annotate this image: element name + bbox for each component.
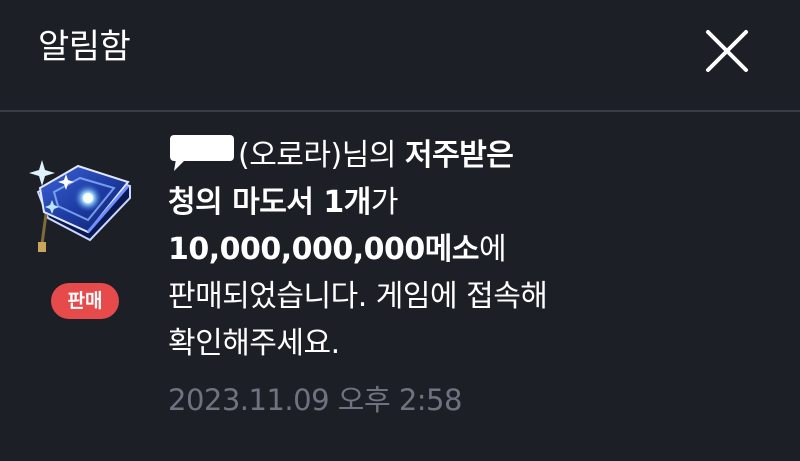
item-name-part1: 저주받은	[404, 138, 514, 173]
message-line-2: 청의 마도서 1개가	[168, 179, 788, 226]
sender-world: (오로라)	[238, 138, 342, 173]
notification-item[interactable]: 판매 (오로라)님의 저주받은 청의 마도서 1개가 10,000,000,00…	[0, 112, 800, 461]
message-text: 님의	[341, 138, 397, 173]
timestamp: 2023.11.09 오후 2:58	[168, 383, 462, 417]
message-text: 에	[479, 232, 507, 267]
message-text: 가	[370, 185, 399, 220]
header: 알림함	[0, 0, 800, 110]
redacted-name-bubble	[168, 133, 236, 171]
page-title: 알림함	[38, 27, 131, 67]
message-line-1: (오로라)님의 저주받은	[168, 132, 788, 179]
close-button[interactable]	[700, 24, 754, 78]
close-icon	[706, 30, 748, 72]
sale-badge: 판매	[51, 283, 119, 319]
message-line-3: 10,000,000,000메소에	[168, 226, 788, 273]
notification-message: (오로라)님의 저주받은 청의 마도서 1개가 10,000,000,000메소…	[168, 132, 788, 367]
sale-amount: 10,000,000,000메소	[168, 232, 480, 267]
spellbook-icon	[29, 160, 131, 252]
message-line-4: 판매되었습니다. 게임에 접속해	[168, 279, 548, 314]
item-name-part2: 청의 마도서 1개	[168, 185, 371, 220]
message-line-5: 확인해주세요.	[168, 326, 340, 361]
